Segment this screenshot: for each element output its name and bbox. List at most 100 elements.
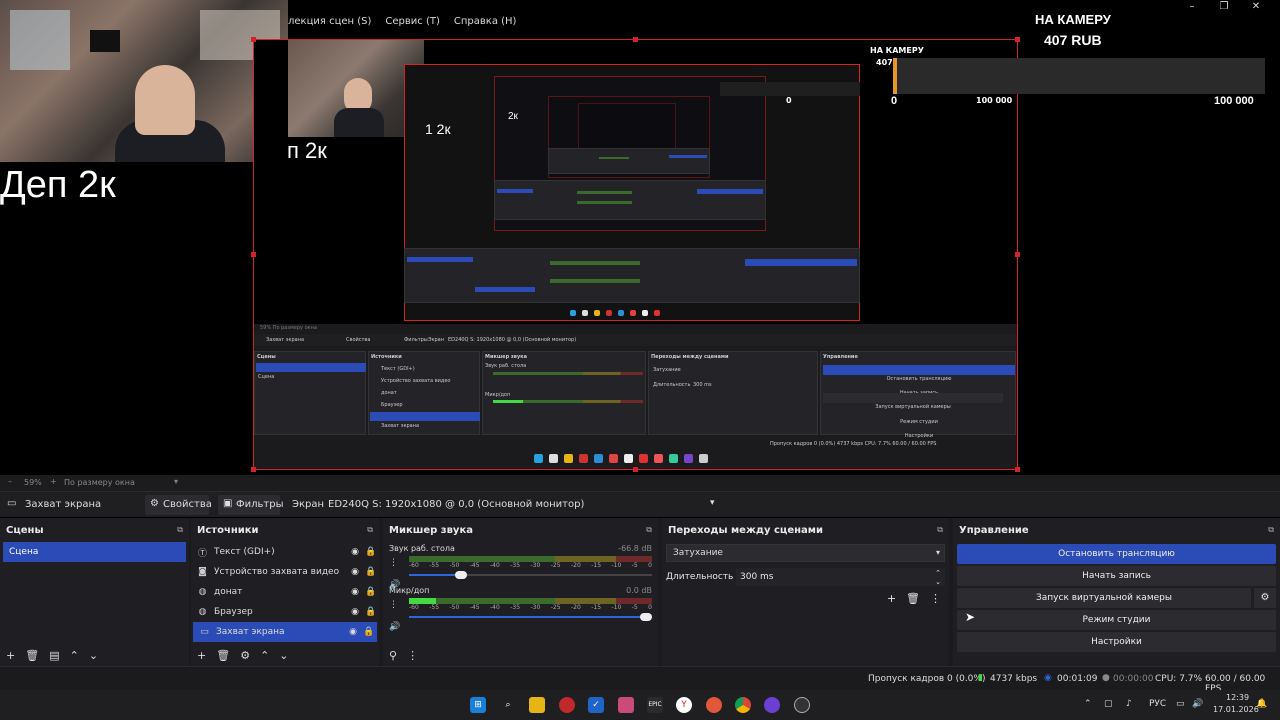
channel-name: Звук раб. стола	[389, 544, 455, 553]
scene-item[interactable]: Сцена	[3, 542, 186, 562]
collapse-icon[interactable]: –	[8, 477, 12, 486]
source-row[interactable]: Ⓣ Текст (GDI+) ◉ 🔒	[191, 542, 379, 562]
resize-handle-bl[interactable]	[251, 467, 256, 472]
microphone-icon[interactable]: ♪	[1126, 699, 1132, 709]
filters-button[interactable]: ▣ Фильтры	[218, 495, 283, 515]
virtual-camera-settings-icon[interactable]: ⚙	[1254, 588, 1276, 608]
move-down-icon[interactable]: ⌄	[279, 649, 288, 662]
scene-filters-icon[interactable]: ▤	[49, 649, 59, 662]
nested-goal-max: 100 000	[976, 96, 1013, 105]
add-scene-icon[interactable]: +	[6, 649, 15, 662]
windows-start-icon[interactable]: ⊞	[470, 697, 486, 713]
tray-app-icon[interactable]: ▢	[1104, 699, 1113, 709]
eye-icon[interactable]: ◉	[347, 587, 363, 597]
maximize-button[interactable]: ❐	[1208, 0, 1240, 14]
start-recording-button[interactable]: Начать запись	[957, 566, 1276, 586]
source-row[interactable]: ◍ донат ◉ 🔒	[191, 582, 379, 602]
spin-down-icon[interactable]: ⌄	[935, 573, 941, 591]
network-icon[interactable]: ▭	[1176, 699, 1185, 709]
epic-games-icon[interactable]: EPIC	[647, 697, 663, 713]
zoom-in-icon[interactable]: +	[50, 477, 57, 486]
folder-icon[interactable]	[529, 697, 545, 713]
checkmark-app-icon[interactable]: ✓	[588, 697, 604, 713]
preview-canvas[interactable]: 59% По размеру окна Захват экрана Свойст…	[0, 0, 1280, 475]
screen-select[interactable]: ED240Q S: 1920x1080 @ 0,0 (Основной мони…	[322, 495, 722, 515]
channel-menu-icon[interactable]: ⋮	[389, 600, 398, 610]
dock-undock-icon[interactable]: ⧉	[177, 525, 183, 542]
lock-icon[interactable]: 🔒	[363, 547, 379, 557]
move-down-icon[interactable]: ⌄	[89, 649, 98, 662]
resize-handle-l[interactable]	[251, 252, 256, 257]
eye-icon[interactable]: ◉	[347, 567, 363, 577]
app-orange-icon[interactable]	[706, 697, 722, 713]
lock-icon[interactable]: 🔒	[361, 627, 377, 637]
nested-toolbar: Захват экрана Свойства Фильтры Экран ED2…	[254, 334, 1017, 346]
remove-source-icon[interactable]: 🗑	[216, 649, 230, 662]
resize-handle-t[interactable]	[633, 37, 638, 42]
mixer-menu-icon[interactable]: ⋮	[407, 649, 418, 662]
dropped-frames: Пропуск кадров 0 (0.0%)	[868, 674, 986, 684]
resize-handle-b[interactable]	[633, 467, 638, 472]
clock-date[interactable]: 17.01.2026	[1213, 705, 1259, 714]
remove-scene-icon[interactable]: 🗑	[25, 649, 39, 662]
source-settings-icon[interactable]: ⚙	[240, 649, 250, 662]
chrome-icon[interactable]	[735, 697, 751, 713]
dock-undock-icon[interactable]: ⧉	[1268, 525, 1274, 542]
volume-icon[interactable]: 🔊	[1192, 699, 1203, 709]
dock-undock-icon[interactable]: ⧉	[646, 525, 652, 542]
language-indicator[interactable]: РУС	[1149, 699, 1166, 709]
dock-undock-icon[interactable]: ⧉	[937, 525, 943, 542]
link-icon[interactable]: ⚲	[389, 649, 397, 662]
start-virtual-camera-button[interactable]: Запуск виртуальной камеры	[957, 588, 1251, 608]
lock-icon[interactable]: 🔒	[363, 607, 379, 617]
move-up-icon[interactable]: ⌃	[70, 649, 79, 662]
meter-ticks: -60 -55 -50 -45 -40 -35 -30 -25 -20 -15 -10 -5 0	[409, 562, 652, 569]
clock-time[interactable]: 12:39	[1226, 693, 1249, 702]
duration-input[interactable]: 300 ms ⌃ ⌄	[736, 568, 945, 586]
source-row[interactable]: ◙ Устройство захвата видео ◉ 🔒	[191, 562, 379, 582]
nested-meter-2	[550, 279, 640, 283]
move-up-icon[interactable]: ⌃	[260, 649, 269, 662]
properties-button[interactable]: ⚙ Свойства	[145, 495, 212, 515]
stream-icon: ◉	[1044, 673, 1052, 683]
volume-slider[interactable]	[409, 570, 652, 580]
source-row-selected[interactable]: ▭ Захват экрана ◉ 🔒	[193, 622, 377, 642]
yandex-browser-icon[interactable]: Y	[676, 697, 692, 713]
eye-icon[interactable]: ◉	[345, 627, 361, 637]
volume-slider[interactable]	[409, 612, 652, 622]
resize-handle-br[interactable]	[1015, 467, 1020, 472]
add-transition-icon[interactable]: +	[887, 592, 896, 605]
fit-mode[interactable]: По размеру окна	[64, 478, 135, 487]
obs-icon[interactable]	[794, 697, 810, 713]
menu-tools[interactable]: Сервис (T)	[385, 16, 439, 27]
menu-scene-collection[interactable]: лекция сцен (S)	[288, 16, 371, 27]
menu-help[interactable]: Справка (H)	[454, 16, 517, 27]
source-row[interactable]: ◍ Браузер ◉ 🔒	[191, 602, 379, 622]
studio-mode-button[interactable]: Режим студии	[957, 610, 1276, 630]
eye-icon[interactable]: ◉	[347, 547, 363, 557]
eye-icon[interactable]: ◉	[347, 607, 363, 617]
search-icon[interactable]: ⌕	[500, 697, 516, 713]
minimize-button[interactable]: –	[1176, 0, 1208, 14]
speaker-icon[interactable]: 🔊	[389, 622, 400, 632]
app-red-icon[interactable]	[559, 697, 575, 713]
transition-menu-icon[interactable]: ⋮	[930, 592, 941, 605]
resize-handle-tr[interactable]	[1015, 37, 1020, 42]
transition-select[interactable]: Затухание ▾	[666, 544, 945, 562]
settings-button[interactable]: Настройки	[957, 632, 1276, 652]
resize-handle-tl[interactable]	[251, 37, 256, 42]
add-source-icon[interactable]: +	[197, 649, 206, 662]
remove-transition-icon[interactable]: 🗑	[906, 592, 920, 605]
lock-icon[interactable]: 🔒	[363, 567, 379, 577]
close-button[interactable]: ✕	[1240, 0, 1272, 14]
stop-streaming-button[interactable]: Остановить трансляцию	[957, 544, 1276, 564]
notification-bell-icon[interactable]: 🔔	[1256, 699, 1267, 709]
channel-menu-icon[interactable]: ⋮	[389, 558, 398, 568]
fit-mode-dropdown-icon[interactable]: ▾	[174, 477, 178, 486]
lock-icon[interactable]: 🔒	[363, 587, 379, 597]
obs-app-icon[interactable]	[618, 697, 634, 713]
tray-chevron-icon[interactable]: ⌃	[1084, 699, 1092, 709]
dock-undock-icon[interactable]: ⧉	[367, 525, 373, 542]
resize-handle-r[interactable]	[1015, 252, 1020, 257]
app-purple-icon[interactable]	[764, 697, 780, 713]
